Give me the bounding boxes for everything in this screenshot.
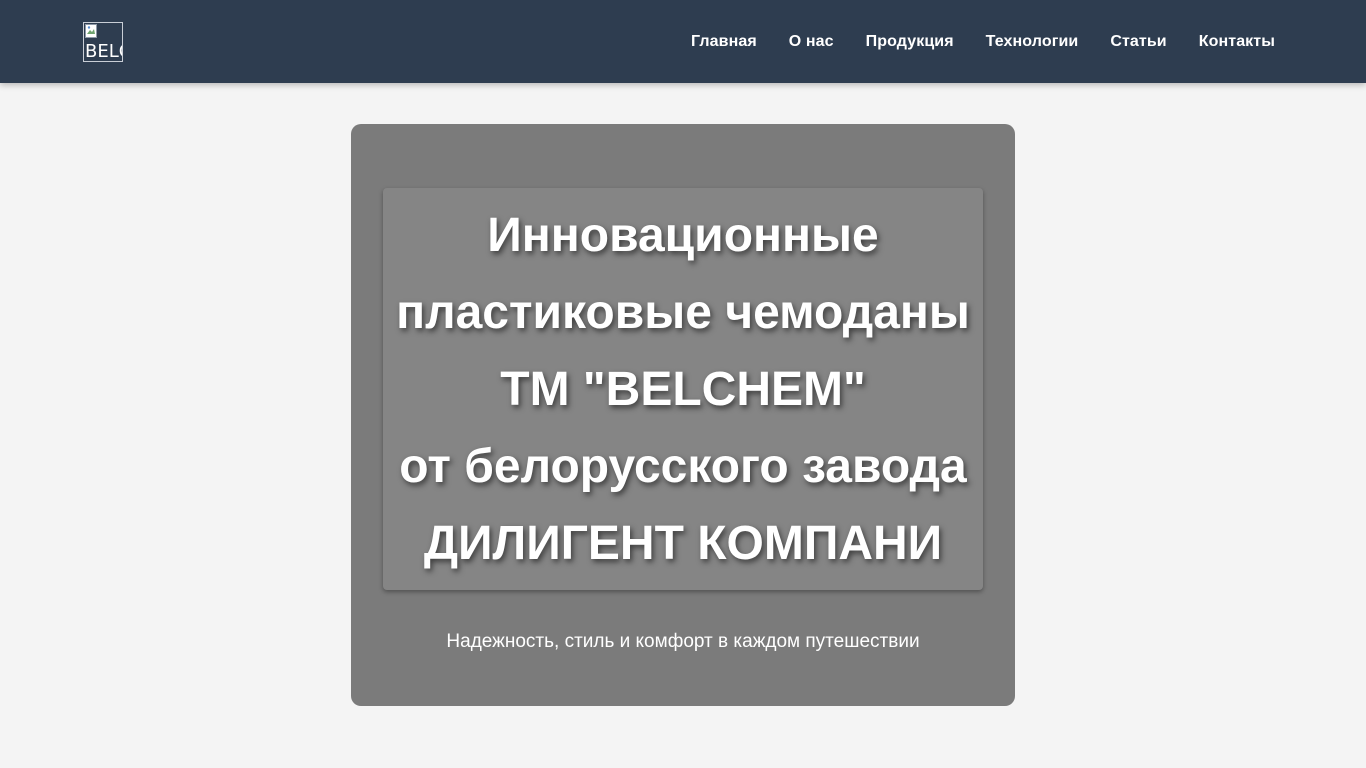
logo-image[interactable]: BELCHEM (83, 22, 123, 62)
nav-item-articles[interactable]: Статьи (1110, 33, 1166, 51)
nav-item-technologies[interactable]: Технологии (986, 33, 1079, 51)
site-header: BELCHEM Главная О нас Продукция Технолог… (0, 0, 1366, 83)
nav-item-home[interactable]: Главная (691, 33, 757, 51)
logo-alt-text: BELCHEM (85, 41, 122, 62)
hero-title-line: от белорусского завода (399, 439, 967, 493)
hero-title-line: ДИЛИГЕНТ КОМПАНИ (423, 516, 943, 570)
nav-item-contacts[interactable]: Контакты (1199, 33, 1275, 51)
nav-item-about[interactable]: О нас (789, 33, 834, 51)
hero-title-line: ТМ "BELCHEM" (500, 362, 866, 416)
hero-title-line: пластиковые чемоданы (396, 285, 970, 339)
hero-title-box: Инновационные пластиковые чемоданы ТМ "B… (383, 188, 983, 590)
hero-subtitle: Надежность, стиль и комфорт в каждом пут… (446, 631, 920, 652)
main-nav: Главная О нас Продукция Технологии Стать… (691, 0, 1275, 83)
hero-title-line: Инновационные (487, 208, 879, 262)
broken-image-icon (85, 24, 97, 38)
nav-item-products[interactable]: Продукция (866, 33, 954, 51)
hero-section: Инновационные пластиковые чемоданы ТМ "B… (351, 124, 1015, 706)
